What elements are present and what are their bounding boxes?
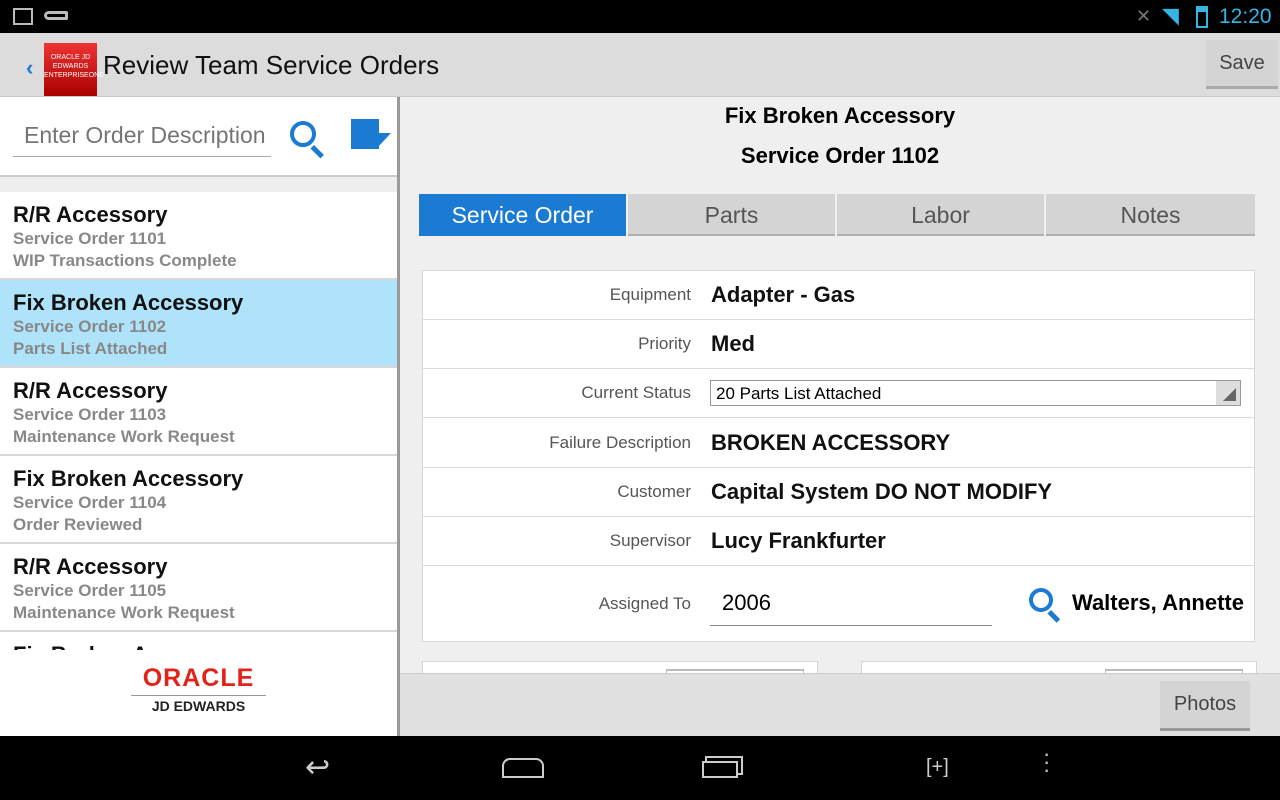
order-list-item[interactable]: Fix Broken Accessory Service Order 1104 Or… <box>0 456 397 544</box>
order-list-item[interactable]: R/R Accessory Service Order 1105 Maintenan… <box>0 544 397 632</box>
battery-icon <box>1196 6 1208 28</box>
order-title: R/R Accessory <box>13 202 168 227</box>
lower-box-right <box>861 661 1257 673</box>
page-title: Review Team Service Orders <box>103 50 440 80</box>
tab-labor[interactable]: Labor <box>837 194 1044 236</box>
value: Capital System DO NOT MODIFY <box>711 479 1053 504</box>
status-bar: ✕ ◥ 12:20 <box>0 0 1280 33</box>
app-bar: ‹ ORACLE JD EDWARDS ENTERPRISEONE Review… <box>0 33 1280 97</box>
order-title: Fix Broken Accessory <box>13 466 244 491</box>
label: Assigned To <box>598 594 691 613</box>
order-status: Maintenance Work Request <box>13 603 235 622</box>
order-order: Service Order 1102 <box>13 317 167 336</box>
wifi-icon: ◥ <box>1162 3 1179 28</box>
android-nav-bar: ↩ [+] · · · <box>0 736 1280 800</box>
field-equipment: Equipment Adapter - Gas <box>423 271 1255 320</box>
order-title: Fix Broken Accessory <box>13 290 244 315</box>
list-divider <box>0 175 397 192</box>
filter-icon[interactable] <box>351 119 391 157</box>
assigned-to-input[interactable] <box>710 580 992 626</box>
field-current-status: Current Status 20 Parts List Attached <box>423 369 1255 418</box>
field-assigned-to: Assigned To Walters, Annette <box>423 566 1255 642</box>
key-icon <box>44 11 68 20</box>
home-icon[interactable] <box>502 758 544 778</box>
label: Failure Description <box>549 432 691 452</box>
order-title: R/R Accessory <box>13 554 168 579</box>
status-select-value: 20 Parts List Attached <box>716 384 882 403</box>
value: Lucy Frankfurter <box>711 528 886 553</box>
screenshot-icon[interactable]: [+] <box>926 756 949 779</box>
footer-logo: ORACLE JD EDWARDS <box>0 650 397 736</box>
label: Equipment <box>609 285 691 304</box>
order-list-item[interactable]: Fix Broken Accessory Service Order 1102 Pa… <box>0 280 397 368</box>
order-order: Service Order 1101 <box>13 229 167 248</box>
tab-parts[interactable]: Parts <box>628 194 835 236</box>
jde-logo-text: JD EDWARDS <box>151 698 246 714</box>
detail-title: Fix Broken Accessory <box>724 103 956 128</box>
value: Med <box>711 331 755 356</box>
recent-apps-icon[interactable] <box>702 761 738 778</box>
order-status: Order Reviewed <box>13 515 143 534</box>
oracle-logo-text: ORACLE <box>142 664 255 692</box>
search-icon[interactable] <box>290 121 324 159</box>
back-chevron-icon[interactable]: ‹ <box>26 55 33 81</box>
label: Supervisor <box>609 531 691 550</box>
back-icon[interactable]: ↩ <box>305 750 330 785</box>
detail-subtitle: Service Order 1102 <box>740 143 940 168</box>
mute-icon: ✕ <box>1136 6 1152 26</box>
clock: 12:20 <box>1219 5 1272 28</box>
field-supervisor: Supervisor Lucy Frankfurter <box>423 517 1255 566</box>
order-order: Service Order 1103 <box>13 405 167 424</box>
order-list-item[interactable]: R/R Accessory Service Order 1103 Maintenan… <box>0 368 397 456</box>
tab-service-order[interactable]: Service Order <box>419 194 626 236</box>
order-order: Service Order 1104 <box>13 493 167 512</box>
order-list-panel: R/R Accessory Service Order 1101 WIP Trans… <box>0 97 400 736</box>
dropdown-arrow-icon <box>1216 381 1240 405</box>
bottom-action-bar: Photos <box>400 673 1280 736</box>
image-icon <box>13 8 33 25</box>
order-title: R/R Accessory <box>13 378 168 403</box>
field-customer: Customer Capital System DO NOT MODIFY <box>423 468 1255 517</box>
detail-panel: Fix Broken Accessory Service Order 1102 … <box>400 97 1280 673</box>
save-button[interactable]: Save <box>1206 40 1278 89</box>
label: Priority <box>638 334 691 353</box>
search-icon[interactable] <box>1029 588 1061 623</box>
photos-button[interactable]: Photos <box>1160 681 1250 731</box>
order-status: Maintenance Work Request <box>13 427 235 446</box>
order-status: WIP Transactions Complete <box>13 251 237 270</box>
service-order-form: Equipment Adapter - Gas Priority Med Curre… <box>422 270 1255 642</box>
field-priority: Priority Med <box>423 320 1255 369</box>
tab-bar: Service Order Parts Labor Notes <box>419 194 1255 236</box>
assigned-to-name: Walters, Annette <box>1072 590 1244 615</box>
tab-notes[interactable]: Notes <box>1046 194 1255 236</box>
value: Adapter - Gas <box>711 282 856 307</box>
label: Customer <box>617 482 691 501</box>
label: Current Status <box>581 383 691 402</box>
menu-icon[interactable]: · · · <box>1043 743 1050 781</box>
order-status: Parts List Attached <box>13 339 168 358</box>
search-input[interactable] <box>13 115 271 157</box>
app-logo[interactable]: ORACLE JD EDWARDS ENTERPRISEONE <box>44 43 104 96</box>
field-failure: Failure Description BROKEN ACCESSORY <box>423 418 1255 468</box>
status-select[interactable]: 20 Parts List Attached <box>710 380 1241 406</box>
order-order: Service Order 1105 <box>13 581 167 600</box>
order-list-item[interactable]: R/R Accessory Service Order 1101 WIP Trans… <box>0 192 397 280</box>
value: BROKEN ACCESSORY <box>711 429 951 455</box>
lower-box-left <box>422 661 818 673</box>
